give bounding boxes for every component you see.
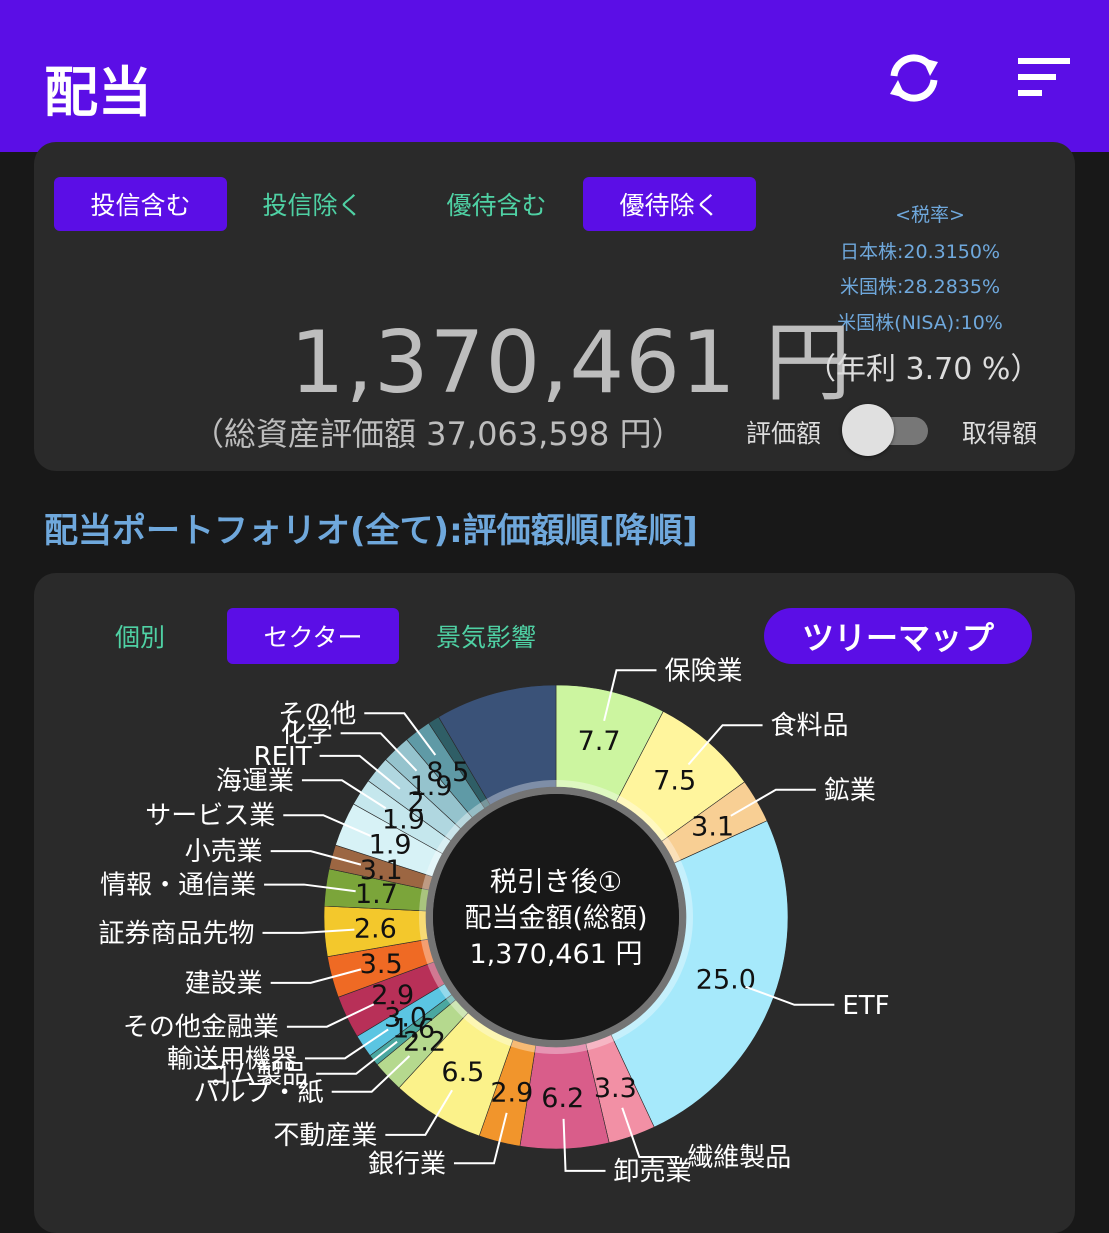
donut-center-text: 1,370,461 円	[470, 939, 643, 970]
donut-center-text: 配当金額(総額)	[464, 903, 647, 934]
slice-value-label: 7.5	[653, 765, 696, 796]
category-label: 銀行業	[368, 1149, 446, 1179]
sector-donut-chart: 税引き後① 配当金額(総額) 1,370,461 円 7.7 7.5 3.1 25.0 3.3…	[98, 656, 889, 1187]
category-label: 建設業	[185, 969, 263, 999]
category-label: 不動産業	[273, 1121, 377, 1151]
category-label: その他	[278, 699, 356, 729]
slice-value-label: 2.6	[354, 913, 397, 944]
slice-value-label: 3.1	[691, 811, 734, 842]
donut-center-text: 税引き後①	[490, 867, 622, 898]
category-label: 鉱業	[824, 776, 876, 806]
category-label: 食料品	[771, 711, 849, 741]
category-label: その他金融業	[123, 1013, 279, 1043]
category-label: 卸売業	[614, 1157, 692, 1187]
slice-value-label: 7.7	[578, 726, 621, 757]
category-label: 輸送用機器	[167, 1044, 297, 1074]
slice-value-label: 2.9	[371, 980, 414, 1011]
category-label: 保険業	[664, 656, 742, 686]
category-label: 繊維製品	[687, 1143, 791, 1173]
slice-value-label: 6.5	[441, 1057, 484, 1088]
category-label: サービス業	[145, 801, 275, 831]
category-label: 証券商品先物	[98, 919, 254, 949]
category-label: 情報・通信業	[100, 871, 256, 901]
category-label: 小売業	[185, 837, 263, 867]
slice-value-label: 6.2	[541, 1083, 584, 1114]
slice-value-label: 8.5	[426, 757, 469, 788]
slice-value-label: 2.9	[490, 1078, 533, 1109]
slice-value-label: 25.0	[696, 965, 756, 996]
slice-value-label: 3.5	[360, 949, 403, 980]
category-label: ETF	[842, 991, 889, 1021]
slice-value-label: 3.3	[594, 1073, 637, 1104]
